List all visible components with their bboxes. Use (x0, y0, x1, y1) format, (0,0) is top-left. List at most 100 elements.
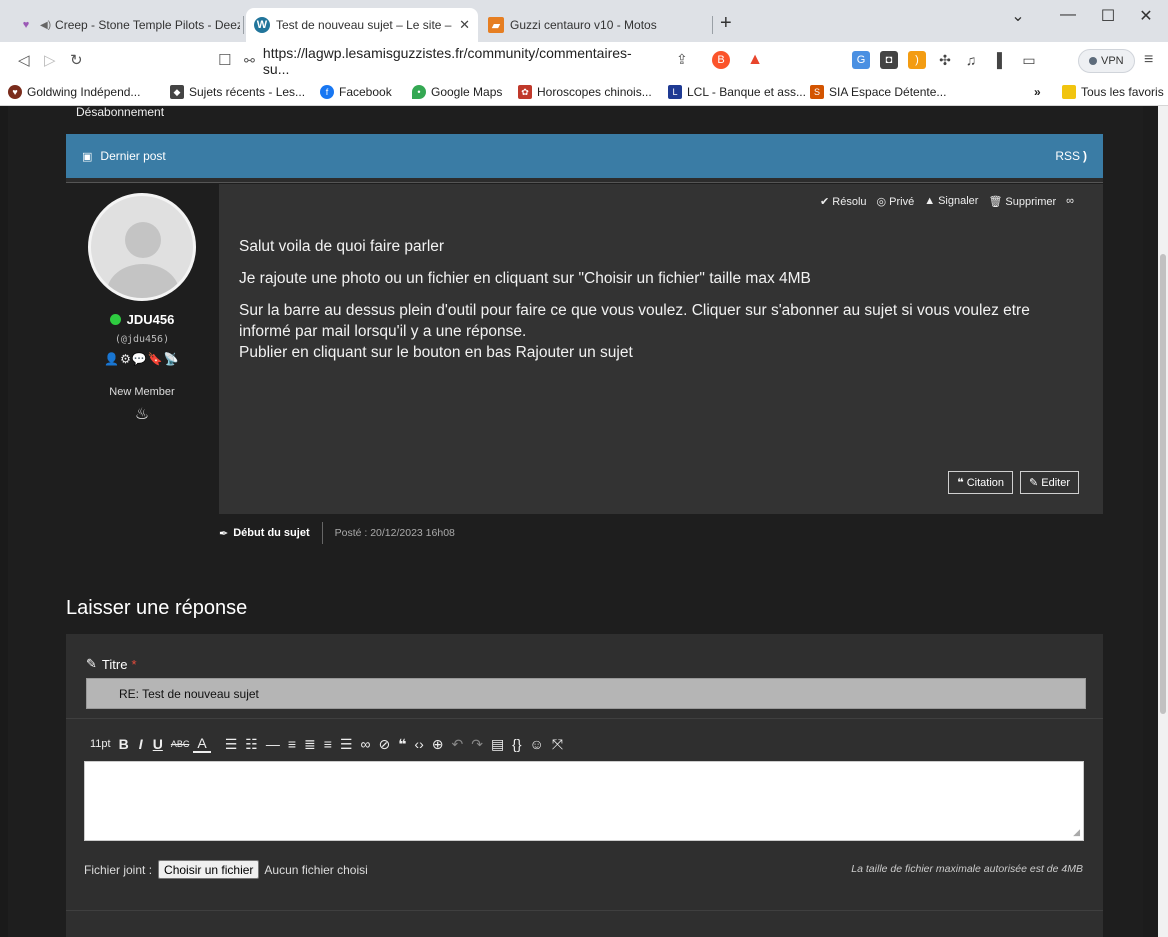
page-scrollbar[interactable] (1158, 106, 1168, 937)
author-name[interactable]: JDU456 (66, 312, 218, 327)
italic-icon[interactable]: I (133, 732, 149, 756)
blockquote-icon[interactable]: ❝ (394, 732, 410, 756)
unlink-icon[interactable]: ⊘ (374, 732, 394, 756)
align-left-icon[interactable]: ≡ (284, 732, 300, 756)
post-header-title: Dernier post (100, 149, 166, 163)
extensions-icon[interactable]: ✣ (936, 51, 954, 69)
sia-icon: S (810, 85, 824, 99)
rss-extension-icon[interactable]: ) (908, 51, 926, 69)
strikethrough-icon[interactable]: ABC (167, 732, 194, 756)
address-bar[interactable]: ⚯ https://lagwp.lesamisguzzistes.fr/comm… (244, 45, 644, 77)
bookmark-label: SIA Espace Détente... (829, 85, 947, 99)
tab-separator (712, 16, 713, 34)
bookmark-horoscopes[interactable]: ✿ Horoscopes chinois... (518, 85, 652, 99)
minimize-button[interactable]: — (1046, 6, 1090, 24)
redo-icon[interactable]: ↷ (467, 732, 487, 756)
link-icon: ∞ (1066, 195, 1074, 207)
paste-icon[interactable]: ▤ (487, 732, 508, 756)
title-input[interactable] (86, 678, 1086, 709)
back-icon[interactable]: ◁ (18, 51, 30, 69)
code-icon[interactable]: ‹› (410, 732, 427, 756)
menu-icon[interactable]: ≡ (1144, 51, 1153, 69)
wallet-icon[interactable]: ▭ (1020, 51, 1038, 69)
close-window-button[interactable]: ✕ (1124, 6, 1168, 26)
warning-icon: ▲ (924, 195, 936, 207)
reload-icon[interactable]: ↻ (70, 51, 83, 69)
source-code-icon[interactable]: {} (508, 732, 525, 756)
reply-heading: Laisser une réponse (66, 597, 248, 619)
insert-icon[interactable]: ⊕ (428, 732, 448, 756)
report-action[interactable]: ▲ Signaler (924, 195, 978, 208)
rss-link[interactable]: RSS ) (1055, 149, 1087, 163)
permalink-action[interactable]: ∞ (1066, 195, 1077, 208)
new-tab-button[interactable]: + (720, 12, 732, 35)
facebook-icon: f (320, 85, 334, 99)
avatar[interactable] (88, 193, 196, 301)
bookmark-sujets[interactable]: ◆ Sujets récents - Les... (170, 85, 305, 99)
action-label: Supprimer (1005, 196, 1057, 208)
vpn-button[interactable]: VPN (1078, 49, 1135, 73)
topic-start-link[interactable]: ✒ Début du sujet (219, 527, 310, 540)
site-settings-icon[interactable]: ⚯ (244, 53, 255, 69)
tab-search-icon[interactable]: ⌄ (996, 6, 1040, 26)
bold-icon[interactable]: B (115, 732, 133, 756)
more-bookmarks-button[interactable]: » (1034, 85, 1041, 99)
link-icon[interactable]: ∞ (356, 732, 374, 756)
unsubscribe-link[interactable]: Désabonnement (76, 106, 164, 118)
share-icon[interactable]: ⇪ (676, 51, 688, 68)
edit-label: Editer (1041, 476, 1070, 489)
bookmark-icon[interactable]: ☐ (218, 51, 231, 69)
brave-shields-icon[interactable]: B (712, 51, 730, 69)
bookmark-google-maps[interactable]: • Google Maps (412, 85, 502, 99)
align-justify-icon[interactable]: ☰ (336, 732, 357, 756)
emoji-icon[interactable]: ☺ (526, 732, 548, 756)
resolved-action[interactable]: ✔ Résolu (820, 195, 866, 208)
reply-editor[interactable]: ◢ (84, 761, 1084, 841)
bookmark-facebook[interactable]: f Facebook (320, 85, 392, 99)
edit-button[interactable]: ✎ Editer (1020, 471, 1079, 494)
forward-icon[interactable]: ▷ (44, 51, 56, 69)
title-field-label: ✎ Titre * (86, 656, 137, 672)
navigation-bar: ◁ ▷ ↻ ☐ ⚯ https://lagwp.lesamisguzzistes… (0, 42, 1168, 80)
choose-file-button[interactable]: Choisir un fichier (158, 860, 260, 879)
post-paragraph: Sur la barre au dessus plein d'outil pou… (239, 302, 1030, 340)
tab-test-sujet[interactable]: W Test de nouveau sujet – Le site – ✕ (246, 8, 478, 42)
scrollbar-thumb[interactable] (1160, 254, 1166, 714)
bullet-list-icon[interactable]: ☰ (221, 732, 242, 756)
tab-guzzi[interactable]: ▰ Guzzi centauro v10 - Motos (480, 8, 710, 42)
reply-form: ✎ Titre * 11pt B I U ABC A ☰ ☷ — ≡ ≣ ≡ ☰… (66, 634, 1103, 937)
text-color-icon[interactable]: A (193, 735, 211, 753)
feather-icon: ✒ (219, 527, 229, 540)
music-icon[interactable]: ♫ (962, 51, 980, 69)
bookmark-lcl[interactable]: L LCL - Banque et ass... (668, 85, 806, 99)
underline-icon[interactable]: U (149, 732, 167, 756)
author-profile-icons[interactable]: 👤⚙💬🔖📡 (66, 352, 218, 366)
all-bookmarks-folder[interactable]: Tous les favoris (1062, 85, 1164, 99)
author-handle: (@jdu456) (114, 334, 170, 345)
author-name-label: JDU456 (126, 312, 175, 327)
tab-creep[interactable]: ♥ ◀) Creep - Stone Temple Pilots - Deez (10, 8, 240, 42)
font-size-select[interactable]: 11pt (86, 732, 115, 756)
close-tab-icon[interactable]: ✕ (453, 17, 470, 33)
brave-rewards-icon[interactable]: ▲ (746, 51, 764, 69)
sidebar-icon[interactable]: ▐ (988, 51, 1006, 69)
bookmark-sia[interactable]: S SIA Espace Détente... (810, 85, 946, 99)
tab-label: Guzzi centauro v10 - Motos (510, 18, 657, 32)
attachment-label: Fichier joint : (84, 862, 153, 877)
maps-pin-icon: • (412, 85, 426, 99)
translate-icon[interactable]: G (852, 51, 870, 69)
rank-icon: ♨ (134, 406, 150, 423)
shield-icon[interactable]: ◘ (880, 51, 898, 69)
fullscreen-icon[interactable]: ⤧ (548, 732, 567, 756)
align-center-icon[interactable]: ≣ (300, 732, 320, 756)
private-action[interactable]: ◎ Privé (877, 195, 915, 208)
post-paragraph: Publier en cliquant sur le bouton en bas… (239, 344, 633, 361)
undo-icon[interactable]: ↶ (447, 732, 467, 756)
quote-button[interactable]: ❝ Citation (948, 471, 1014, 494)
numbered-list-icon[interactable]: ☷ (241, 732, 262, 756)
resize-grip-icon[interactable]: ◢ (1073, 827, 1080, 838)
delete-action[interactable]: 🗑 Supprimer (988, 195, 1056, 208)
bookmark-goldwing[interactable]: ♥ Goldwing Indépend... (8, 85, 140, 99)
horizontal-rule-icon[interactable]: — (262, 732, 284, 756)
align-right-icon[interactable]: ≡ (320, 732, 336, 756)
